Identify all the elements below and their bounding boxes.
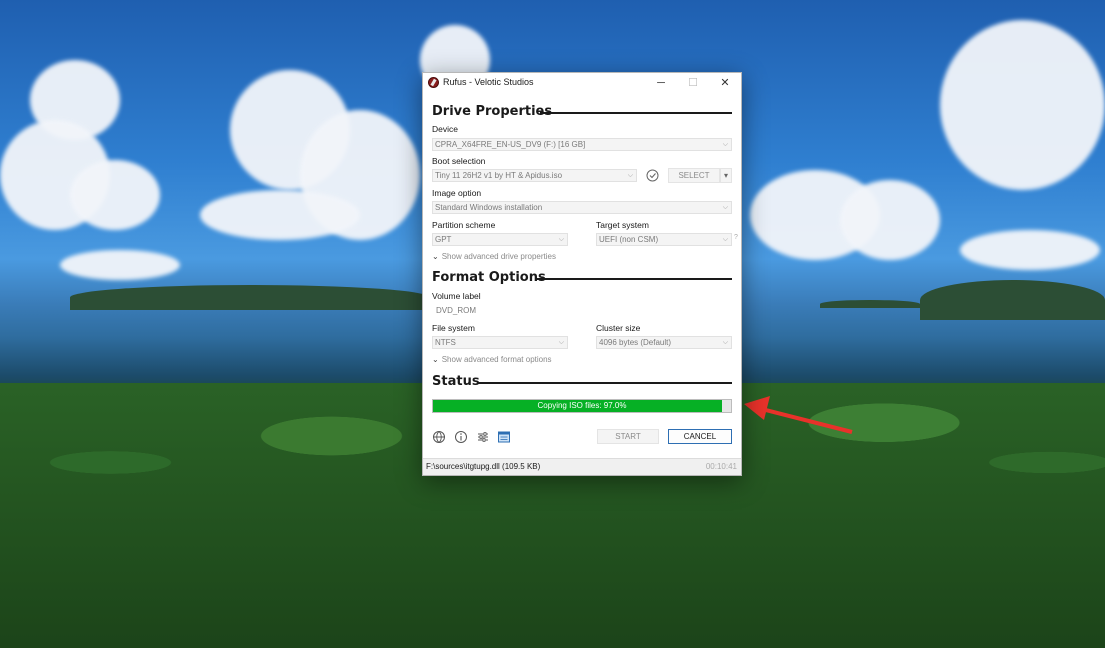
target-system-help-icon[interactable]: ? — [734, 234, 738, 241]
select-button[interactable]: SELECT — [668, 168, 720, 183]
file-system-label: File system — [432, 323, 475, 333]
progress-bar: Copying ISO files: 97.0% — [432, 399, 732, 413]
section-divider — [535, 278, 732, 280]
cancel-button-label: CANCEL — [683, 432, 717, 441]
drive-properties-header: Drive Properties — [432, 104, 553, 119]
target-system-value: UEFI (non CSM) — [599, 235, 659, 244]
target-system-dropdown[interactable]: UEFI (non CSM) ⌵ — [596, 233, 732, 246]
island — [70, 285, 430, 310]
boot-selection-dropdown[interactable]: Tiny 11 26H2 v1 by HT & Apidus.iso ⌵ — [432, 169, 637, 182]
elapsed-time: 00:10:41 — [705, 462, 737, 471]
chevron-down-icon: ⌵ — [558, 339, 564, 346]
settings-icon[interactable] — [476, 430, 490, 444]
start-button-label: START — [615, 432, 641, 441]
info-icon[interactable] — [454, 430, 468, 444]
image-option-dropdown[interactable]: Standard Windows installation ⌵ — [432, 201, 732, 214]
status-file-text: F:\sources\itgtupg.dll (109.5 KB) — [426, 462, 541, 471]
target-system-label: Target system — [596, 220, 649, 230]
volume-label-label: Volume label — [432, 291, 481, 301]
close-button[interactable]: ✕ — [709, 73, 741, 93]
cloud — [840, 180, 940, 260]
chevron-down-icon: ▾ — [723, 171, 728, 180]
file-system-dropdown[interactable]: NTFS ⌵ — [432, 336, 568, 349]
rufus-app-icon — [428, 77, 439, 88]
chevron-down-icon: ⌵ — [558, 236, 564, 243]
cloud — [70, 160, 160, 230]
status-header: Status — [432, 374, 480, 389]
chevron-down-icon: ⌄ — [432, 252, 439, 261]
partition-scheme-value: GPT — [435, 235, 452, 244]
select-button-label: SELECT — [678, 171, 710, 180]
cluster-size-label: Cluster size — [596, 323, 641, 333]
advanced-format-label: Show advanced format options — [441, 355, 552, 364]
show-advanced-format-options[interactable]: ⌄ Show advanced format options — [432, 355, 552, 364]
cluster-size-value: 4096 bytes (Default) — [599, 338, 672, 347]
partition-scheme-label: Partition scheme — [432, 220, 496, 230]
rufus-window: Rufus - Velotic Studios ─ ☐ ✕ Drive Prop… — [422, 72, 742, 476]
globe-icon[interactable] — [432, 430, 446, 444]
select-dropdown-button[interactable]: ▾ — [720, 168, 732, 183]
cloud — [60, 250, 180, 280]
device-label: Device — [432, 124, 458, 134]
island — [920, 280, 1105, 320]
device-dropdown[interactable]: CPRA_X64FRE_EN-US_DV9 (F:) [16 GB] ⌵ — [432, 138, 732, 151]
chevron-down-icon: ⌵ — [627, 172, 633, 179]
annotation-arrow — [744, 396, 853, 434]
advanced-drive-label: Show advanced drive properties — [441, 252, 556, 261]
format-options-header: Format Options — [432, 270, 546, 285]
boot-selection-label: Boot selection — [432, 156, 486, 166]
minimize-button[interactable]: ─ — [645, 73, 677, 93]
image-option-value: Standard Windows installation — [435, 203, 543, 212]
chevron-down-icon: ⌄ — [432, 355, 439, 364]
image-option-label: Image option — [432, 188, 482, 198]
log-icon[interactable] — [497, 430, 511, 444]
section-divider — [477, 382, 732, 384]
cluster-size-dropdown[interactable]: 4096 bytes (Default) ⌵ — [596, 336, 732, 349]
verify-checkmark-icon[interactable] — [646, 169, 659, 182]
device-value: CPRA_X64FRE_EN-US_DV9 (F:) [16 GB] — [435, 140, 586, 149]
show-advanced-drive-properties[interactable]: ⌄ Show advanced drive properties — [432, 252, 556, 261]
maximize-button[interactable]: ☐ — [677, 73, 709, 93]
status-bar: F:\sources\itgtupg.dll (109.5 KB) 00:10:… — [423, 458, 741, 475]
cancel-button[interactable]: CANCEL — [668, 429, 732, 444]
file-system-value: NTFS — [435, 338, 456, 347]
cloud — [960, 230, 1100, 270]
title-bar: Rufus - Velotic Studios ─ ☐ ✕ — [423, 73, 741, 93]
chevron-down-icon: ⌵ — [722, 339, 728, 346]
start-button[interactable]: START — [597, 429, 659, 444]
progress-text: Copying ISO files: 97.0% — [537, 401, 627, 410]
chevron-down-icon: ⌵ — [722, 141, 728, 148]
cloud — [940, 20, 1105, 190]
volume-label-input[interactable]: DVD_ROM — [432, 304, 732, 317]
island — [820, 300, 920, 308]
window-title: Rufus - Velotic Studios — [443, 77, 534, 87]
boot-selection-value: Tiny 11 26H2 v1 by HT & Apidus.iso — [435, 171, 563, 180]
partition-scheme-dropdown[interactable]: GPT ⌵ — [432, 233, 568, 246]
chevron-down-icon: ⌵ — [722, 236, 728, 243]
cloud — [200, 190, 360, 240]
section-divider — [540, 112, 732, 114]
chevron-down-icon: ⌵ — [722, 204, 728, 211]
